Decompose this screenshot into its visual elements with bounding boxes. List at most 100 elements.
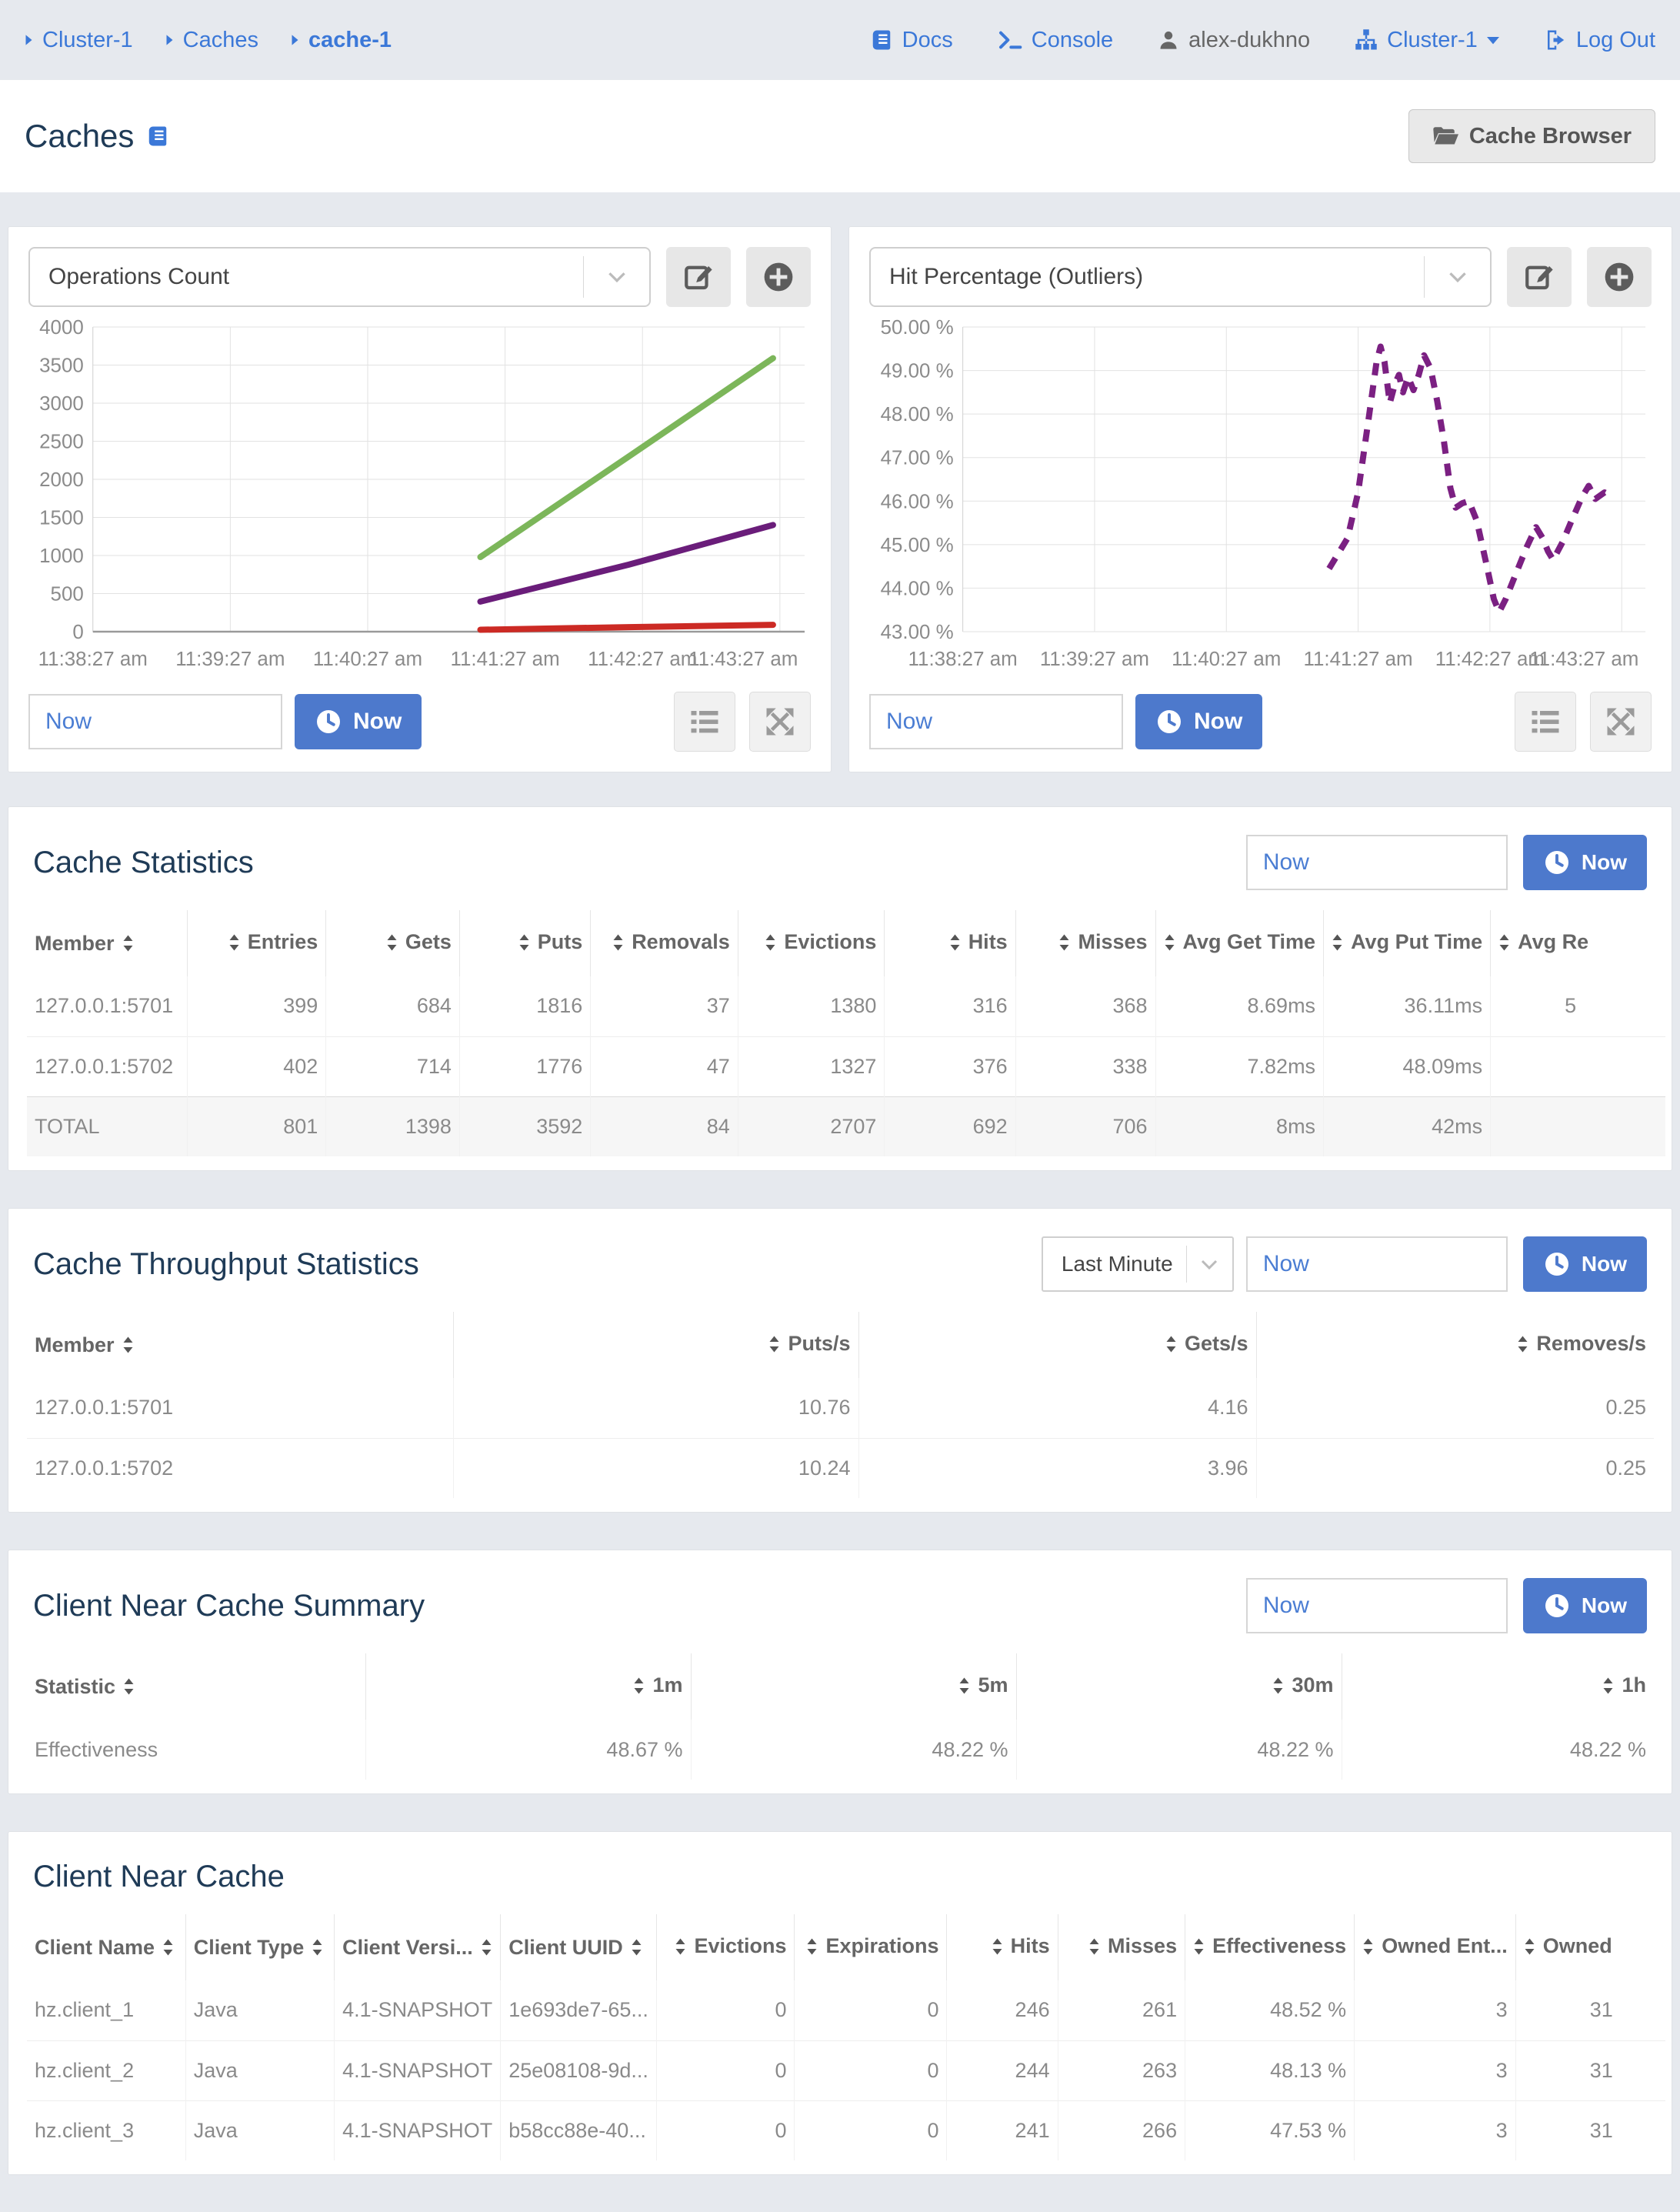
column-header[interactable]: Client Type [185, 1914, 335, 1980]
cell: 4.1-SNAPSHOT [334, 2100, 501, 2160]
add-chart-button[interactable] [746, 247, 811, 307]
column-header[interactable]: Misses [1057, 1914, 1185, 1980]
now-button-label: Now [1581, 850, 1627, 874]
user-menu[interactable]: alex-dukhno [1158, 28, 1310, 53]
table-row: 127.0.0.1:5702 10.24 3.96 0.25 [27, 1437, 1654, 1498]
logout-link[interactable]: Log Out [1544, 28, 1655, 53]
column-header[interactable]: 1m [365, 1653, 691, 1720]
now-button[interactable]: Now [295, 694, 422, 749]
clock-icon [1545, 851, 1568, 874]
console-link[interactable]: Console [998, 28, 1113, 53]
column-header[interactable]: Client UUID [500, 1914, 657, 1980]
column-header[interactable]: Member [27, 1312, 453, 1378]
column-header[interactable]: Entries [187, 910, 326, 976]
cell: 3 [1354, 2100, 1516, 2160]
svg-text:48.00 %: 48.00 % [881, 402, 954, 425]
cache-browser-button[interactable]: Cache Browser [1408, 109, 1655, 163]
breadcrumb-cluster[interactable]: Cluster-1 [25, 28, 133, 53]
breadcrumb: Cluster-1 Caches cache-1 [25, 28, 392, 53]
cell: 684 [325, 976, 460, 1036]
now-button[interactable]: Now [1522, 1236, 1647, 1292]
breadcrumb-label: Caches [182, 27, 258, 52]
column-header[interactable]: Gets/s [858, 1312, 1256, 1378]
expand-chart-button[interactable] [749, 692, 811, 752]
now-button-label: Now [1581, 1593, 1627, 1617]
interval-select[interactable]: Last Minute [1041, 1236, 1234, 1292]
list-view-button[interactable] [1515, 692, 1576, 752]
column-header[interactable]: Hits [946, 1914, 1058, 1980]
cell: 241 [946, 2100, 1058, 2160]
svg-text:500: 500 [51, 582, 84, 605]
edit-chart-button[interactable] [1507, 247, 1572, 307]
column-header[interactable]: Misses [1015, 910, 1156, 976]
cell: b58cc88e-40... [500, 2100, 657, 2160]
time-picker-input[interactable] [1245, 1236, 1508, 1292]
cell: 84 [590, 1096, 738, 1156]
column-header[interactable]: 1h [1341, 1653, 1654, 1720]
column-header[interactable]: Removals [590, 910, 738, 976]
column-header[interactable]: Gets [325, 910, 460, 976]
column-header[interactable]: Avg Put Time [1323, 910, 1491, 976]
svg-text:11:43:27 am: 11:43:27 am [1529, 647, 1638, 670]
list-view-button[interactable] [674, 692, 735, 752]
cell: 8ms [1155, 1096, 1324, 1156]
cluster-selector[interactable]: Cluster-1 [1355, 28, 1499, 53]
table-row: 127.0.0.1:5701 10.76 4.16 0.25 [27, 1378, 1654, 1438]
column-header[interactable]: Client Versi... [334, 1914, 501, 1980]
column-header[interactable]: Client Name [27, 1914, 185, 1980]
time-picker-input[interactable] [1245, 1578, 1508, 1633]
svg-text:11:43:27 am: 11:43:27 am [688, 647, 798, 670]
svg-text:4000: 4000 [39, 318, 84, 339]
column-header[interactable]: Effectiveness [1185, 1914, 1355, 1980]
expand-chart-button[interactable] [1590, 692, 1652, 752]
column-header[interactable]: 5m [690, 1653, 1016, 1720]
cell: 376 [884, 1036, 1016, 1096]
now-button[interactable]: Now [1135, 694, 1263, 749]
near-cache-summary-table: Statistic 1m 5m 30m 1h Effectiveness 48.67 % 48… [27, 1653, 1654, 1780]
navbar-links: Docs Console alex-dukhno Cluster-1 Log O… [870, 28, 1655, 53]
column-header[interactable]: Hits [884, 910, 1016, 976]
add-chart-button[interactable] [1587, 247, 1652, 307]
svg-text:46.00 %: 46.00 % [881, 489, 954, 512]
edit-chart-button[interactable] [666, 247, 731, 307]
svg-text:11:42:27 am: 11:42:27 am [588, 647, 697, 670]
time-picker-input[interactable] [28, 694, 282, 749]
docs-link[interactable]: Docs [870, 28, 953, 53]
now-button[interactable]: Now [1522, 835, 1647, 890]
column-header[interactable]: Statistic [27, 1653, 365, 1720]
column-header[interactable]: Evictions [737, 910, 885, 976]
client-near-cache-table-wrap: Client Name Client Type Client Versi... Cli… [27, 1914, 1665, 2160]
folder-open-icon [1433, 127, 1458, 145]
cell: 10.76 [452, 1378, 858, 1438]
cell: 261 [1057, 1980, 1185, 2040]
column-header[interactable]: Evictions [655, 1914, 795, 1980]
chart-metric-select[interactable]: Operations Count [28, 247, 651, 307]
column-header[interactable]: Removes/s [1255, 1312, 1654, 1378]
chart-metric-select[interactable]: Hit Percentage (Outliers) [869, 247, 1492, 307]
now-button[interactable]: Now [1522, 1578, 1647, 1633]
clock-icon [1545, 1594, 1568, 1617]
cell: 48.22 % [690, 1720, 1016, 1780]
cell: 402 [187, 1036, 326, 1096]
column-header[interactable]: Puts/s [452, 1312, 858, 1378]
cell: 244 [946, 2040, 1058, 2100]
column-header[interactable]: Owned Ent... [1354, 1914, 1516, 1980]
cell: 31 [1515, 2040, 1665, 2100]
column-header[interactable]: 30m [1015, 1653, 1342, 1720]
table-row: hz.client_2 Java 4.1-SNAPSHOT 25e08108-9d..… [27, 2040, 1665, 2100]
breadcrumb-caches[interactable]: Caches [165, 28, 258, 53]
time-picker-input[interactable] [1245, 835, 1508, 890]
plus-circle-icon [1605, 262, 1634, 292]
svg-text:49.00 %: 49.00 % [881, 359, 954, 382]
column-header[interactable]: Expirations [794, 1914, 947, 1980]
cell: 0 [794, 2100, 947, 2160]
near-cache-summary-table-wrap: Statistic 1m 5m 30m 1h Effectiveness 48.67 % 48… [27, 1653, 1665, 1780]
chevron-down-icon [1424, 256, 1490, 298]
breadcrumb-cache-1[interactable]: cache-1 [291, 28, 392, 53]
column-header[interactable]: Owned [1515, 1914, 1665, 1980]
time-picker-input[interactable] [869, 694, 1123, 749]
column-header[interactable]: Avg Re [1490, 910, 1665, 976]
column-header[interactable]: Puts [458, 910, 591, 976]
column-header[interactable]: Member [27, 910, 188, 976]
column-header[interactable]: Avg Get Time [1155, 910, 1324, 976]
